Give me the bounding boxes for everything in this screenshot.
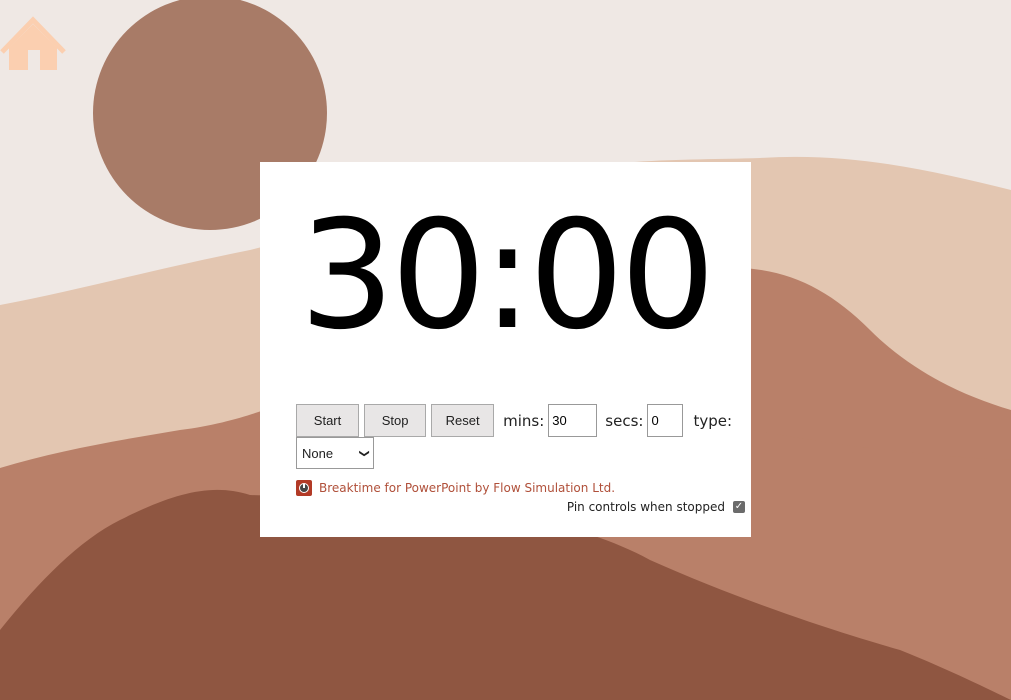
reset-button[interactable]: Reset (431, 404, 495, 437)
timer-controls: Start Stop Reset mins: secs: type: None … (296, 404, 736, 469)
type-select-value: None (302, 445, 334, 461)
home-icon[interactable] (0, 12, 66, 72)
credit: Breaktime for PowerPoint by Flow Simulat… (296, 480, 615, 496)
mins-input[interactable] (548, 404, 598, 437)
timer-display: 30:00 (299, 189, 715, 363)
stop-button[interactable]: Stop (364, 404, 427, 437)
clock-icon (296, 480, 312, 496)
secs-label: secs: (605, 411, 644, 430)
chevron-down-icon: ❯ (358, 448, 370, 458)
type-label: type: (693, 411, 733, 430)
mins-label: mins: (503, 411, 545, 430)
secs-input[interactable] (647, 404, 684, 437)
pin-controls-checkbox[interactable]: ✓ (733, 501, 745, 513)
start-button[interactable]: Start (296, 404, 360, 437)
pin-controls-label: Pin controls when stopped (566, 500, 725, 514)
pin-controls: Pin controls when stopped ✓ (567, 500, 745, 514)
type-select[interactable]: None ❯ (296, 437, 374, 469)
timer-panel: 30:00 Start Stop Reset mins: secs: type:… (260, 162, 751, 537)
credit-link[interactable]: Breaktime for PowerPoint by Flow Simulat… (319, 481, 615, 495)
